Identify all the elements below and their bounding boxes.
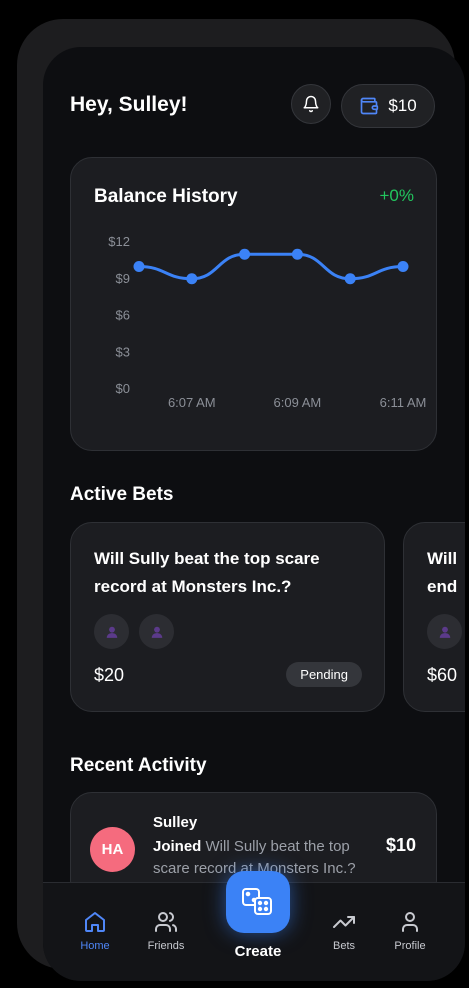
data-point[interactable] [397,261,409,272]
balance-history-card: Balance History +0% $12 $9 $6 $3 $0 6:07 AM 6:… [70,157,437,451]
trending-up-icon [333,916,355,928]
user-silhouette-icon [151,626,162,638]
home-icon [85,912,105,932]
user-silhouette-icon [106,626,117,638]
data-point[interactable] [344,273,356,285]
nav-home[interactable]: Home [65,910,125,952]
nav-home-label: Home [80,940,110,952]
nav-bets[interactable]: Bets [314,910,374,952]
y-tick-label: $3 [116,344,130,359]
nav-friends-label: Friends [147,940,185,952]
recent-activity-title: Recent Activity [70,755,207,776]
participant-avatar [427,614,462,649]
participant-avatar [94,614,129,649]
active-bets-title: Active Bets [70,484,174,505]
app-screen: Hey, Sulley! $10 Balance History +0% $12… [43,47,465,981]
nav-profile[interactable]: Profile [380,910,440,952]
user-icon [402,912,418,932]
create-label: Create [234,943,282,960]
activity-amount: $10 [385,835,416,855]
x-tick-label: 6:09 AM [274,395,322,410]
notifications-button[interactable] [291,84,331,124]
data-point[interactable] [186,273,198,285]
data-point[interactable] [133,261,145,272]
x-tick-label: 6:07 AM [168,395,216,410]
status-badge: Pending [286,662,362,687]
y-tick-label: $12 [108,234,130,249]
bet-amount: $60 [427,665,458,685]
data-point[interactable] [239,248,251,260]
bet-amount: $20 [94,665,125,685]
x-tick-label: 6:11 AM [380,395,427,410]
activity-user-name: Sulley [153,814,198,831]
bet-question: Will Sully beat the top scare record at … [94,549,320,596]
wallet-amount: $10 [388,96,417,115]
dice-icon [242,888,272,915]
user-silhouette-icon [439,626,450,638]
participant-avatar [139,614,174,649]
bet-card[interactable]: Will end $60 [403,522,465,712]
nav-profile-label: Profile [394,940,426,952]
data-point[interactable] [291,248,303,260]
bet-question-line2: end [427,577,458,596]
create-bet-button[interactable] [226,871,290,933]
wallet-balance-button[interactable]: $10 [341,84,435,128]
nav-bets-label: Bets [332,940,355,952]
y-tick-label: $9 [116,271,130,286]
balance-chart: $12 $9 $6 $3 $0 6:07 AM 6:09 AM 6:11 AM [108,234,427,410]
bet-question: Will end [427,545,465,601]
nav-friends[interactable]: Friends [136,910,196,952]
greeting-title: Hey, Sulley! [70,93,188,116]
activity-action: Joined [153,838,202,855]
bell-icon [303,95,319,113]
bet-question-line1: Will [427,549,458,568]
y-tick-label: $0 [116,381,130,396]
avatar: HA [90,827,135,872]
bet-card[interactable]: Will Sully beat the top scare record at … [70,522,385,712]
y-tick-label: $6 [116,308,130,323]
users-icon [155,912,177,932]
phone-frame: Hey, Sulley! $10 Balance History +0% $12… [17,19,465,981]
wallet-icon [360,97,379,115]
balance-series-line [138,252,404,281]
